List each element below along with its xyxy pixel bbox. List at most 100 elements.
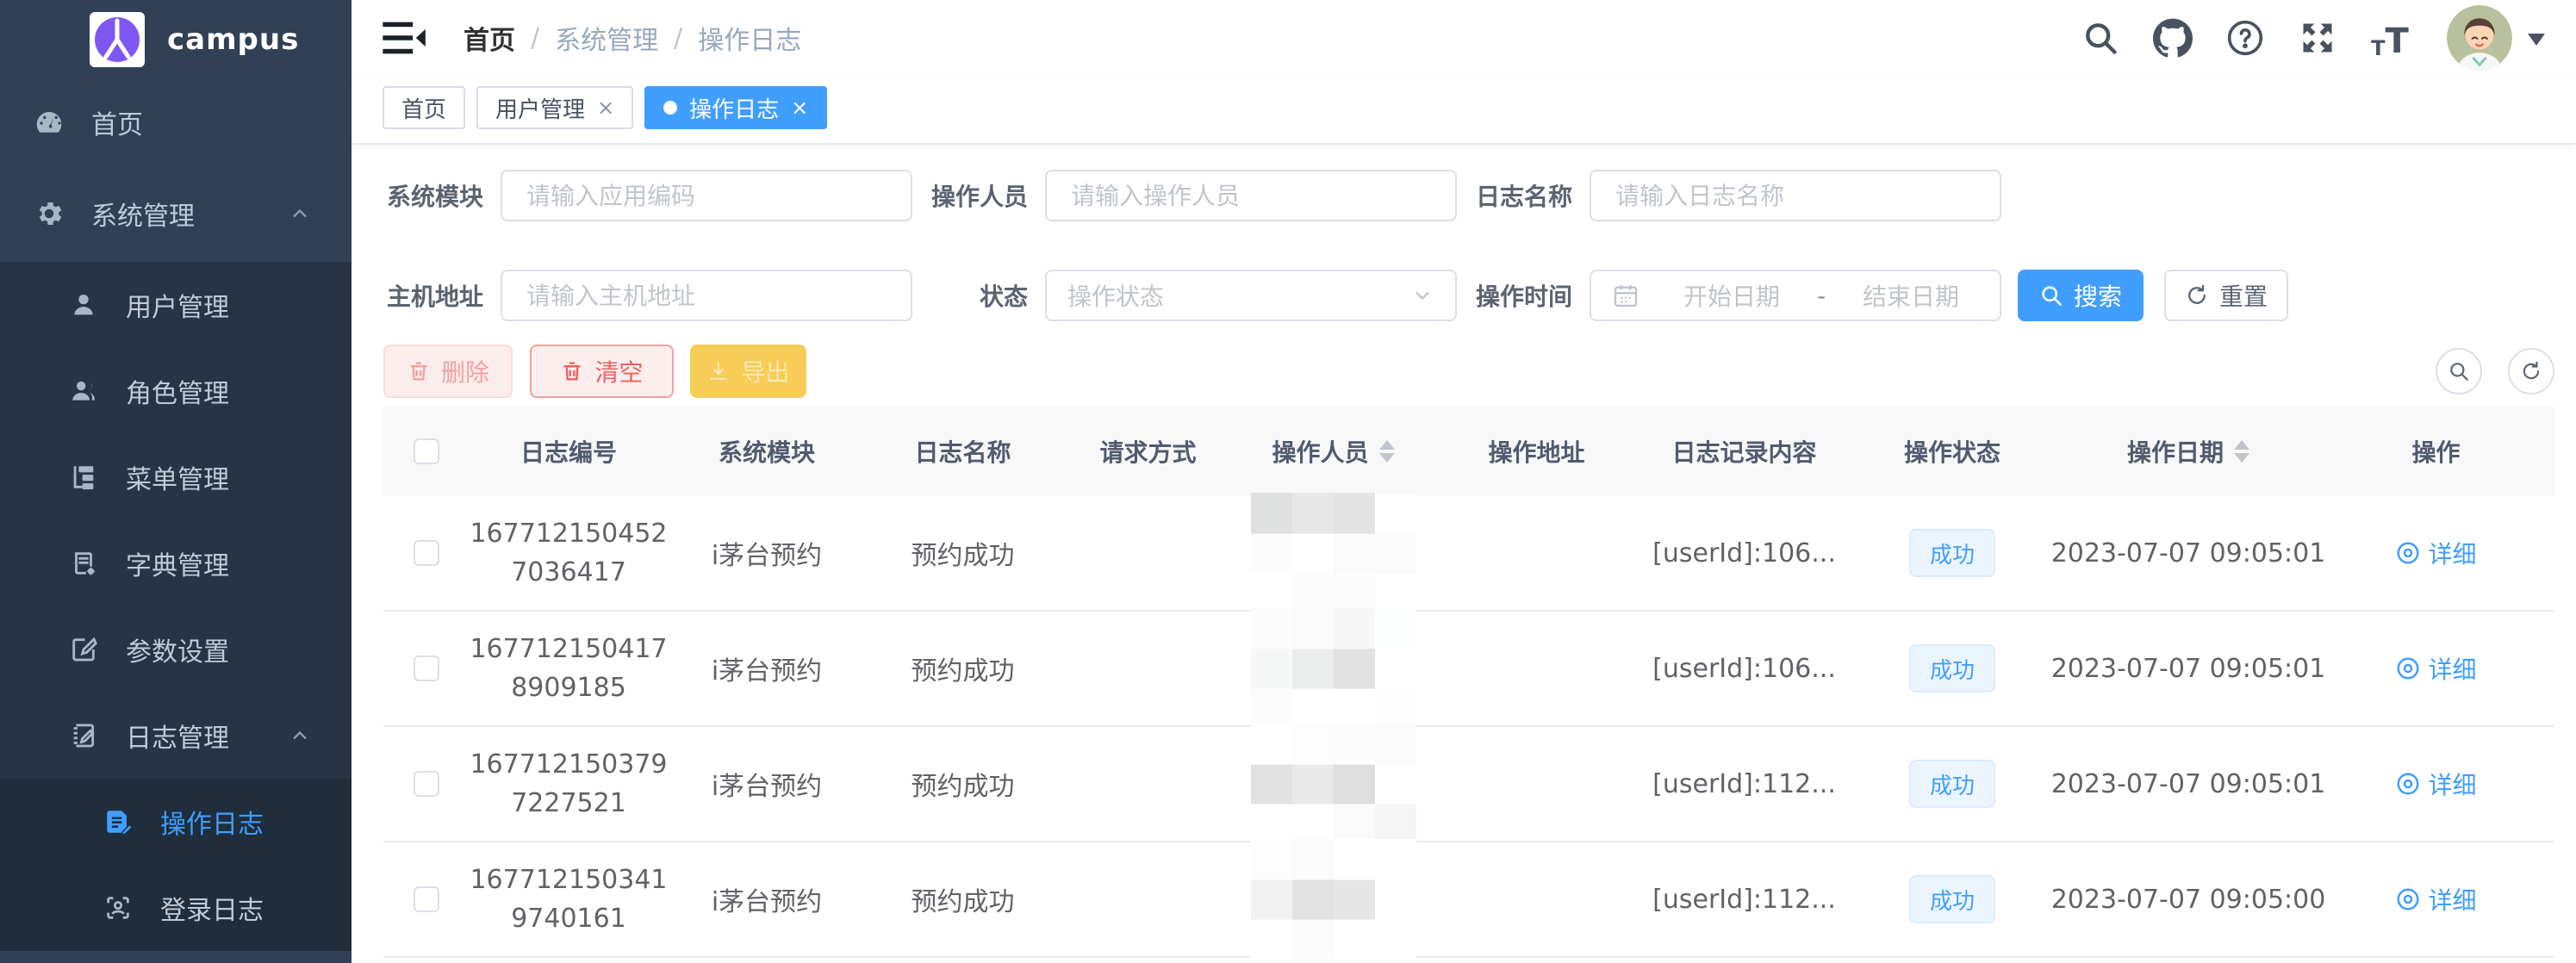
row-checkbox[interactable] <box>414 771 439 797</box>
avatar[interactable] <box>2447 5 2512 71</box>
time-label: 操作时间 <box>1472 278 1572 313</box>
eye-icon <box>2395 655 2421 681</box>
sort-icon[interactable] <box>1379 440 1395 463</box>
search-icon[interactable] <box>2080 17 2121 59</box>
logname-input[interactable] <box>1590 170 2001 221</box>
module-label: 系统模块 <box>383 178 483 213</box>
col-date[interactable]: 操作日期 <box>2059 434 2318 469</box>
redacted-blur <box>1251 839 1416 960</box>
sidebar-item-users[interactable]: 用户管理 <box>0 262 352 348</box>
collapse-menu-icon[interactable] <box>383 19 427 57</box>
sidebar-item-roles[interactable]: 角色管理 <box>0 348 352 434</box>
sidebar-item-label: 登录日志 <box>160 889 264 927</box>
log-content: [userId]:112... <box>1643 885 1845 915</box>
detail-link-label: 详细 <box>2428 651 2476 686</box>
sidebar-item-label: 参数设置 <box>126 631 229 668</box>
clear-button-label: 清空 <box>594 354 643 388</box>
host-input[interactable] <box>501 270 912 321</box>
start-date-placeholder[interactable]: 开始日期 <box>1664 278 1800 313</box>
login-log-icon <box>102 892 134 924</box>
tab-home[interactable]: 首页 <box>383 86 465 129</box>
log-content: [userId]:106... <box>1643 538 1845 568</box>
search-button[interactable]: 搜索 <box>2018 270 2144 321</box>
sidebar-item-label: 字典管理 <box>126 544 229 582</box>
sidebar-item-logs[interactable]: 日志管理 <box>0 693 352 779</box>
log-name: 预约成功 <box>866 880 1060 918</box>
chevron-up-icon <box>288 724 312 748</box>
tab-label: 首页 <box>401 92 446 124</box>
users-icon <box>67 375 100 407</box>
operator-input[interactable] <box>1045 170 1457 221</box>
date-range-picker[interactable]: 开始日期 - 结束日期 <box>1590 270 2001 321</box>
reset-button[interactable]: 重置 <box>2164 270 2288 321</box>
module-input[interactable] <box>501 170 912 221</box>
row-checkbox[interactable] <box>414 655 439 681</box>
end-date-placeholder[interactable]: 结束日期 <box>1843 278 1979 313</box>
sidebar-item-home[interactable]: 首页 <box>0 79 352 165</box>
sidebar-item-label: 操作日志 <box>160 803 264 841</box>
search-icon <box>2039 283 2063 308</box>
detail-link[interactable]: 详细 <box>2395 882 2476 916</box>
font-size-icon[interactable]: TT <box>2369 17 2411 59</box>
sidebar-item-menus[interactable]: 菜单管理 <box>0 434 352 520</box>
module: i茅台预约 <box>668 534 866 572</box>
col-log-id: 日志编号 <box>470 434 668 469</box>
dropdown-caret-icon[interactable] <box>2528 34 2545 54</box>
logname-label: 日志名称 <box>1472 178 1572 213</box>
log-table: 日志编号 系统模块 日志名称 请求方式 操作人员 操作地址 日志记录内容 操作状… <box>383 407 2554 958</box>
chevron-up-icon <box>288 202 312 226</box>
help-icon[interactable] <box>2224 17 2266 59</box>
detail-link[interactable]: 详细 <box>2395 767 2476 801</box>
log-submenu: 操作日志 登录日志 <box>0 779 352 951</box>
sidebar-item-parameters[interactable]: 参数设置 <box>0 606 352 693</box>
sidebar-item-system[interactable]: 系统管理 <box>0 165 352 262</box>
delete-button-label: 删除 <box>441 354 489 388</box>
row-checkbox[interactable] <box>414 540 439 566</box>
active-dot <box>663 101 677 115</box>
sidebar-item-operation-log[interactable]: 操作日志 <box>0 779 352 865</box>
redacted-blur <box>1251 493 1416 613</box>
table-row: 1677121503419740161 i茅台预约 预约成功 [userId]:… <box>383 842 2554 958</box>
sidebar: campus 首页 系统管理 <box>0 0 352 963</box>
breadcrumb-system[interactable]: 系统管理 <box>555 19 658 57</box>
brand-header[interactable]: campus <box>0 0 352 79</box>
operator-redacted <box>1236 839 1430 960</box>
sidebar-item-dictionary[interactable]: 字典管理 <box>0 520 352 606</box>
fullscreen-icon[interactable] <box>2297 17 2338 59</box>
main-panel: 首页 / 系统管理 / 操作日志 TT <box>352 0 2576 963</box>
field-status: 状态 操作状态 <box>928 270 1457 321</box>
module: i茅台预约 <box>668 880 866 918</box>
breadcrumb-home[interactable]: 首页 <box>464 19 515 57</box>
sort-icon[interactable] <box>2234 440 2249 463</box>
col-content: 日志记录内容 <box>1643 434 1845 469</box>
sidebar-item-label: 首页 <box>91 103 143 141</box>
log-id: 1677121503797227521 <box>470 745 668 823</box>
table-header-row: 日志编号 系统模块 日志名称 请求方式 操作人员 操作地址 日志记录内容 操作状… <box>383 407 2554 496</box>
row-checkbox[interactable] <box>414 886 439 912</box>
select-all-checkbox[interactable] <box>414 438 439 464</box>
clear-button[interactable]: 清空 <box>530 345 674 398</box>
table-body: 1677121504527036417 i茅台预约 预约成功 [userId]:… <box>383 496 2554 958</box>
status-select[interactable]: 操作状态 <box>1045 270 1457 321</box>
chevron-down-icon <box>1410 283 1434 308</box>
tab-user-management[interactable]: 用户管理 × <box>476 86 633 129</box>
col-method: 请求方式 <box>1060 434 1236 469</box>
log-content: [userId]:112... <box>1643 769 1845 799</box>
delete-button[interactable]: 删除 <box>383 345 513 398</box>
brand-title: campus <box>167 22 299 57</box>
github-icon[interactable] <box>2152 17 2193 59</box>
table-search-toggle-icon[interactable] <box>2436 348 2482 395</box>
refresh-icon <box>2185 283 2209 308</box>
breadcrumb-separator: / <box>531 23 539 53</box>
close-icon[interactable]: × <box>597 96 614 120</box>
col-operator[interactable]: 操作人员 <box>1236 434 1430 469</box>
close-icon[interactable]: × <box>791 96 808 120</box>
status-badge: 成功 <box>1909 875 1995 923</box>
export-button[interactable]: 导出 <box>690 345 806 398</box>
operator-label: 操作人员 <box>928 178 1028 213</box>
detail-link[interactable]: 详细 <box>2395 536 2476 570</box>
detail-link[interactable]: 详细 <box>2395 651 2476 686</box>
tab-operation-log[interactable]: 操作日志 × <box>644 86 827 129</box>
sidebar-item-login-log[interactable]: 登录日志 <box>0 865 352 951</box>
table-refresh-icon[interactable] <box>2508 348 2554 395</box>
